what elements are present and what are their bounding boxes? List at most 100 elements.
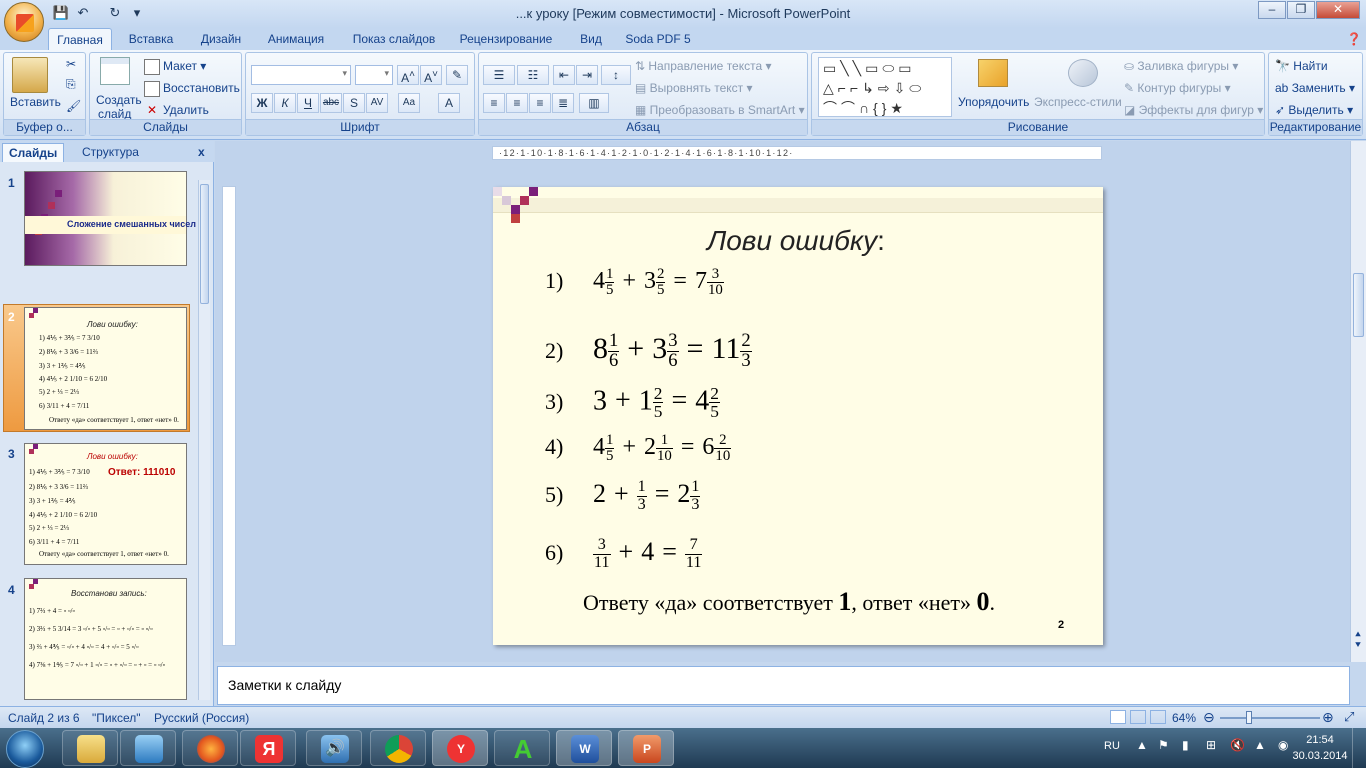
volume-icon[interactable]: 🔇 xyxy=(1230,738,1245,752)
strikethrough-icon[interactable]: abc xyxy=(320,93,342,113)
columns-icon[interactable]: ▥ xyxy=(579,93,609,113)
taskbar-firefox[interactable] xyxy=(182,730,238,766)
taskbar-yandex-browser[interactable]: Y xyxy=(432,730,488,766)
increase-indent-icon[interactable]: ⇥ xyxy=(576,65,598,85)
line-spacing-icon[interactable]: ↕ xyxy=(601,65,631,85)
input-language[interactable]: RU xyxy=(1104,740,1120,752)
redo-icon[interactable]: ↻ xyxy=(106,4,124,22)
slide-canvas[interactable]: Лови ошибку: 1) 4 1 5 +3 2 5 = 7 3 10 2) 8 1 6 +3 3 6 = 11 2… xyxy=(493,187,1103,645)
italic-icon[interactable]: К xyxy=(274,93,296,113)
shadow-icon[interactable]: S xyxy=(343,93,365,113)
align-text-button[interactable]: ▤ Выровнять текст ▾ xyxy=(635,81,753,95)
paste-icon[interactable] xyxy=(12,57,48,93)
normal-view-icon[interactable] xyxy=(1110,710,1126,724)
font-color-icon[interactable]: A xyxy=(438,93,460,113)
editor-scroll-thumb[interactable] xyxy=(1353,273,1364,337)
office-button[interactable] xyxy=(4,2,44,42)
tab-slides-pane[interactable]: Слайды xyxy=(2,143,65,162)
select-button[interactable]: ➶ Выделить ▾ xyxy=(1275,103,1353,117)
taskbar-explorer[interactable] xyxy=(62,730,118,766)
replace-button[interactable]: ab Заменить ▾ xyxy=(1275,81,1355,95)
shapes-gallery[interactable]: ▭╲╲▭⬭▭ △⌐⌐↳⇨⇩⬭ ⌒⌒∩{}★ xyxy=(818,57,952,117)
drive-icon[interactable]: ▲ xyxy=(1254,738,1266,752)
tab-review[interactable]: Рецензирование xyxy=(452,28,560,50)
copy-icon[interactable]: ⎘ xyxy=(66,77,76,92)
taskbar-word[interactable]: W xyxy=(556,730,612,766)
taskbar-chrome[interactable] xyxy=(370,730,426,766)
quick-styles-button[interactable]: Экспресс-стили xyxy=(1034,95,1122,109)
justify-icon[interactable]: ≣ xyxy=(552,93,574,113)
taskbar-media[interactable] xyxy=(120,730,176,766)
case-icon[interactable]: Aa xyxy=(398,93,420,113)
customize-qa-icon[interactable]: ▾ xyxy=(128,4,146,22)
tab-design[interactable]: Дизайн xyxy=(192,28,250,50)
clock-time[interactable]: 21:54 xyxy=(1296,734,1344,746)
smartart-button[interactable]: ▦ Преобразовать в SmartArt ▾ xyxy=(635,103,805,117)
arrange-icon[interactable] xyxy=(978,59,1008,87)
fit-slide-icon[interactable]: ⤢ xyxy=(1344,709,1354,725)
slide-thumbnail-4[interactable]: Восстанови запись: 1) 7⅔ + 4 = ▫ ▫/▫ 2) … xyxy=(24,578,187,700)
align-center-icon[interactable]: ≡ xyxy=(506,93,528,113)
align-left-icon[interactable]: ≡ xyxy=(483,93,505,113)
paste-button[interactable]: Вставить xyxy=(10,95,61,109)
shape-outline-button[interactable]: ✎ Контур фигуры ▾ xyxy=(1124,81,1231,95)
numbering-icon[interactable]: ☷ xyxy=(517,65,549,85)
taskbar-app-a[interactable]: A xyxy=(494,730,550,766)
tray-app-icon[interactable]: ◉ xyxy=(1278,738,1288,752)
align-right-icon[interactable]: ≡ xyxy=(529,93,551,113)
zoom-slider[interactable] xyxy=(1220,717,1320,719)
layout-button[interactable]: Макет ▾ xyxy=(144,59,206,75)
grow-font-icon[interactable]: A˄ xyxy=(397,65,419,85)
shape-fill-button[interactable]: ⛀ Заливка фигуры ▾ xyxy=(1124,59,1238,73)
quick-styles-icon[interactable] xyxy=(1068,59,1098,87)
new-slide-button[interactable]: Создать xyxy=(96,93,142,107)
undo-icon[interactable]: ↶ xyxy=(74,4,92,22)
tab-home[interactable]: Главная xyxy=(48,28,112,50)
language[interactable]: Русский (Россия) xyxy=(154,711,249,725)
underline-icon[interactable]: Ч xyxy=(297,93,319,113)
tab-insert[interactable]: Вставка xyxy=(120,28,182,50)
sorter-view-icon[interactable] xyxy=(1130,710,1146,724)
spacing-icon[interactable]: AV xyxy=(366,93,388,113)
taskbar-yandex[interactable]: Я xyxy=(240,730,296,766)
slide-thumbnail-1[interactable]: Сложение смешанных чисел xyxy=(24,171,196,266)
zoom-out-icon[interactable]: ⊖ xyxy=(1203,709,1215,726)
format-painter-icon[interactable]: 🖌 xyxy=(66,99,81,113)
tab-view[interactable]: Вид xyxy=(570,28,612,50)
shape-effects-button[interactable]: ◪ Эффекты для фигур ▾ xyxy=(1124,103,1263,117)
pane-scrollbar[interactable] xyxy=(198,180,210,700)
save-icon[interactable]: 💾 xyxy=(52,4,70,22)
taskbar-sound[interactable]: 🔊 xyxy=(306,730,362,766)
reset-button[interactable]: Восстановить xyxy=(144,81,240,97)
tray-expand-icon[interactable]: ▲ xyxy=(1136,738,1148,752)
tab-slideshow[interactable]: Показ слайдов xyxy=(344,28,444,50)
font-size-select[interactable]: ▾ xyxy=(355,65,393,85)
bold-icon[interactable]: Ж xyxy=(251,93,273,113)
minimize-button[interactable]: – xyxy=(1258,1,1286,19)
zoom-in-icon[interactable]: ⊕ xyxy=(1322,709,1334,726)
help-icon[interactable]: ❓ xyxy=(1344,28,1364,50)
font-name-select[interactable]: ▾ xyxy=(251,65,351,85)
show-desktop-button[interactable] xyxy=(1352,728,1366,768)
signal-icon[interactable]: ▮ xyxy=(1182,738,1189,752)
notes-pane[interactable]: Заметки к слайду xyxy=(217,666,1350,705)
tab-animation[interactable]: Анимация xyxy=(258,28,334,50)
close-pane-icon[interactable]: x xyxy=(192,143,211,162)
close-button[interactable]: ✕ xyxy=(1316,1,1360,19)
slide-thumbnail-2[interactable]: Лови ошибку: 1) 4⅕ + 3⅖ = 7 3/10 2) 8⅙ +… xyxy=(24,307,187,430)
zoom-level[interactable]: 64% xyxy=(1172,711,1196,725)
flag-icon[interactable]: ⚑ xyxy=(1158,738,1169,752)
decrease-indent-icon[interactable]: ⇤ xyxy=(553,65,575,85)
find-button[interactable]: 🔭 Найти xyxy=(1275,59,1328,73)
tab-outline-pane[interactable]: Структура xyxy=(76,143,145,162)
editor-scrollbar[interactable]: ⯅ ⯆ xyxy=(1350,141,1366,662)
slide-thumbnail-3[interactable]: Лови ошибку: Ответ: 111010 1) 4⅕ + 3⅖ = … xyxy=(24,443,187,565)
bullets-icon[interactable]: ☰ xyxy=(483,65,515,85)
shrink-font-icon[interactable]: A˅ xyxy=(420,65,442,85)
clock-date[interactable]: 30.03.2014 xyxy=(1288,750,1352,762)
taskbar-powerpoint[interactable]: P xyxy=(618,730,674,766)
slideshow-view-icon[interactable] xyxy=(1150,710,1166,724)
pane-scroll-thumb[interactable] xyxy=(200,184,209,304)
delete-slide-button[interactable]: ✕ Удалить xyxy=(144,103,209,119)
start-button[interactable] xyxy=(6,730,44,768)
